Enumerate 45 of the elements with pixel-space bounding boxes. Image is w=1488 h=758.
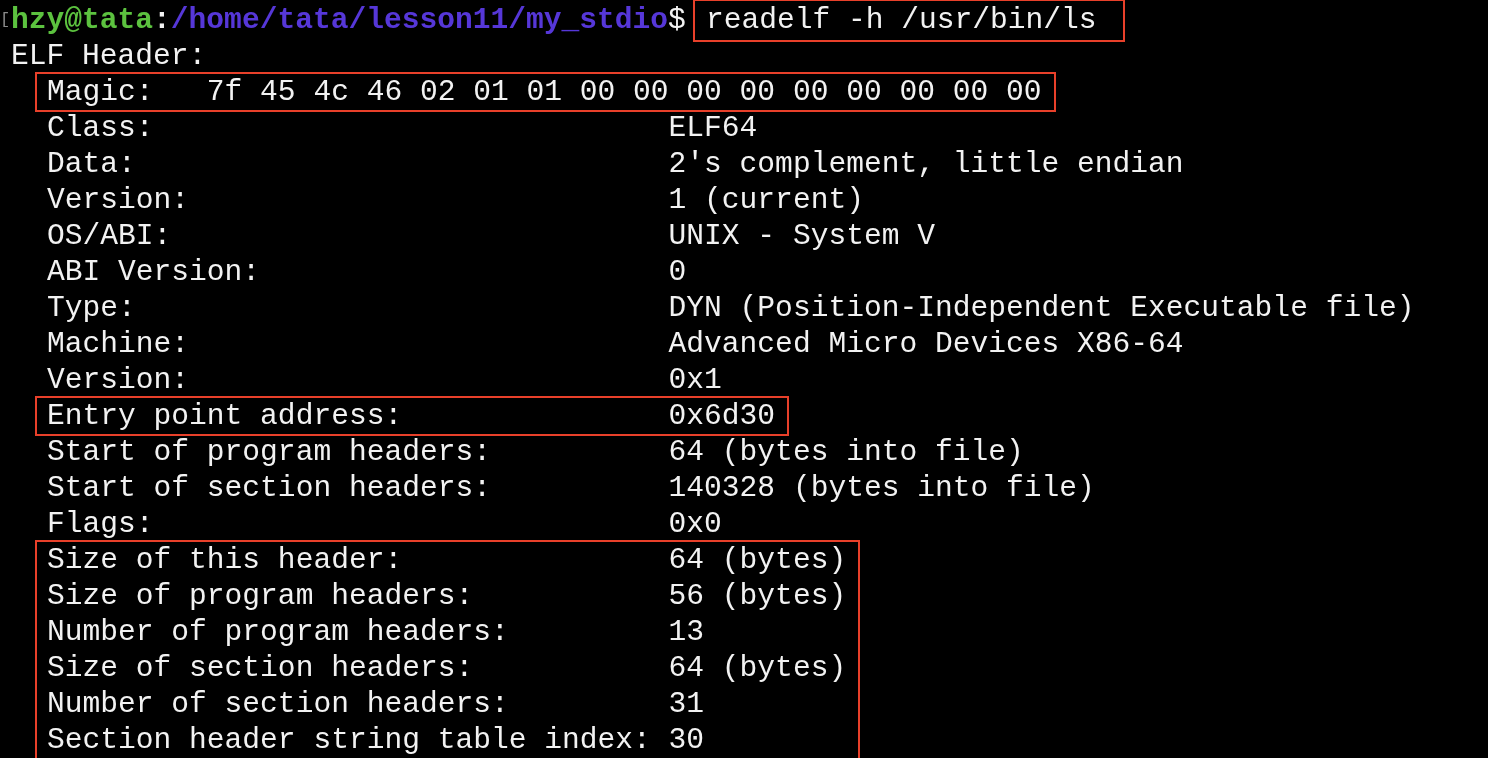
prompt-separator: :: [153, 2, 171, 38]
field-value: UNIX - System V: [668, 218, 935, 254]
field-value: 13: [668, 614, 705, 650]
field-value: 0x1: [668, 362, 722, 398]
field-value: 140328 (bytes into file): [668, 470, 1095, 506]
field-label: Size of section headers:: [47, 651, 474, 685]
field-value: ELF64: [668, 110, 758, 146]
output-title: ELF Header:: [11, 39, 207, 73]
field-label: Version:: [47, 183, 190, 217]
field-label: Flags:: [47, 507, 154, 541]
field-label: Size of program headers:: [47, 579, 474, 613]
field-value: 0x6d30: [668, 398, 776, 434]
field-value: 30: [668, 722, 705, 758]
field-value: 0: [668, 254, 687, 290]
field-value: DYN (Position-Independent Executable file): [668, 290, 1415, 326]
field-label: Number of program headers:: [47, 615, 509, 649]
field-value: 7f 45 4c 46 02 01 01 00 00 00 00 00 00 00 00 00: [206, 74, 1042, 110]
field-label: Data:: [47, 147, 136, 181]
field-label: Class:: [47, 111, 154, 145]
field-value: Advanced Micro Devices X86-64: [668, 326, 1184, 362]
field-value: 56 (bytes): [668, 578, 847, 614]
command-text: readelf -h /usr/bin/ls: [692, 0, 1125, 42]
field-label: Version:: [47, 363, 190, 397]
field-label: Machine:: [47, 327, 190, 361]
field-value: 1 (current): [668, 182, 864, 218]
prompt-user-host: hzy@tata: [11, 2, 154, 38]
prompt-bracket: [: [0, 9, 11, 31]
field-value: 0x0: [668, 506, 722, 542]
field-label: Start of program headers:: [47, 435, 491, 469]
field-label: Entry point address:: [47, 399, 403, 433]
prompt-symbol: $: [668, 2, 686, 38]
field-label: Magic:: [47, 75, 154, 109]
field-value: 64 (bytes): [668, 542, 847, 578]
field-label: Size of this header:: [47, 543, 403, 577]
prompt-path: /home/tata/lesson11/my_stdio: [170, 2, 669, 38]
field-value: 2's complement, little endian: [668, 146, 1184, 182]
field-value: 64 (bytes): [668, 650, 847, 686]
field-label: Number of section headers:: [47, 687, 509, 721]
field-value: 31: [668, 686, 705, 722]
field-label: ABI Version:: [47, 255, 261, 289]
field-label: OS/ABI:: [47, 219, 172, 253]
field-value: 64 (bytes into file): [668, 434, 1024, 470]
field-label: Section header string table index:: [47, 723, 651, 757]
field-label: Start of section headers:: [47, 471, 491, 505]
field-label: Type:: [47, 291, 136, 325]
